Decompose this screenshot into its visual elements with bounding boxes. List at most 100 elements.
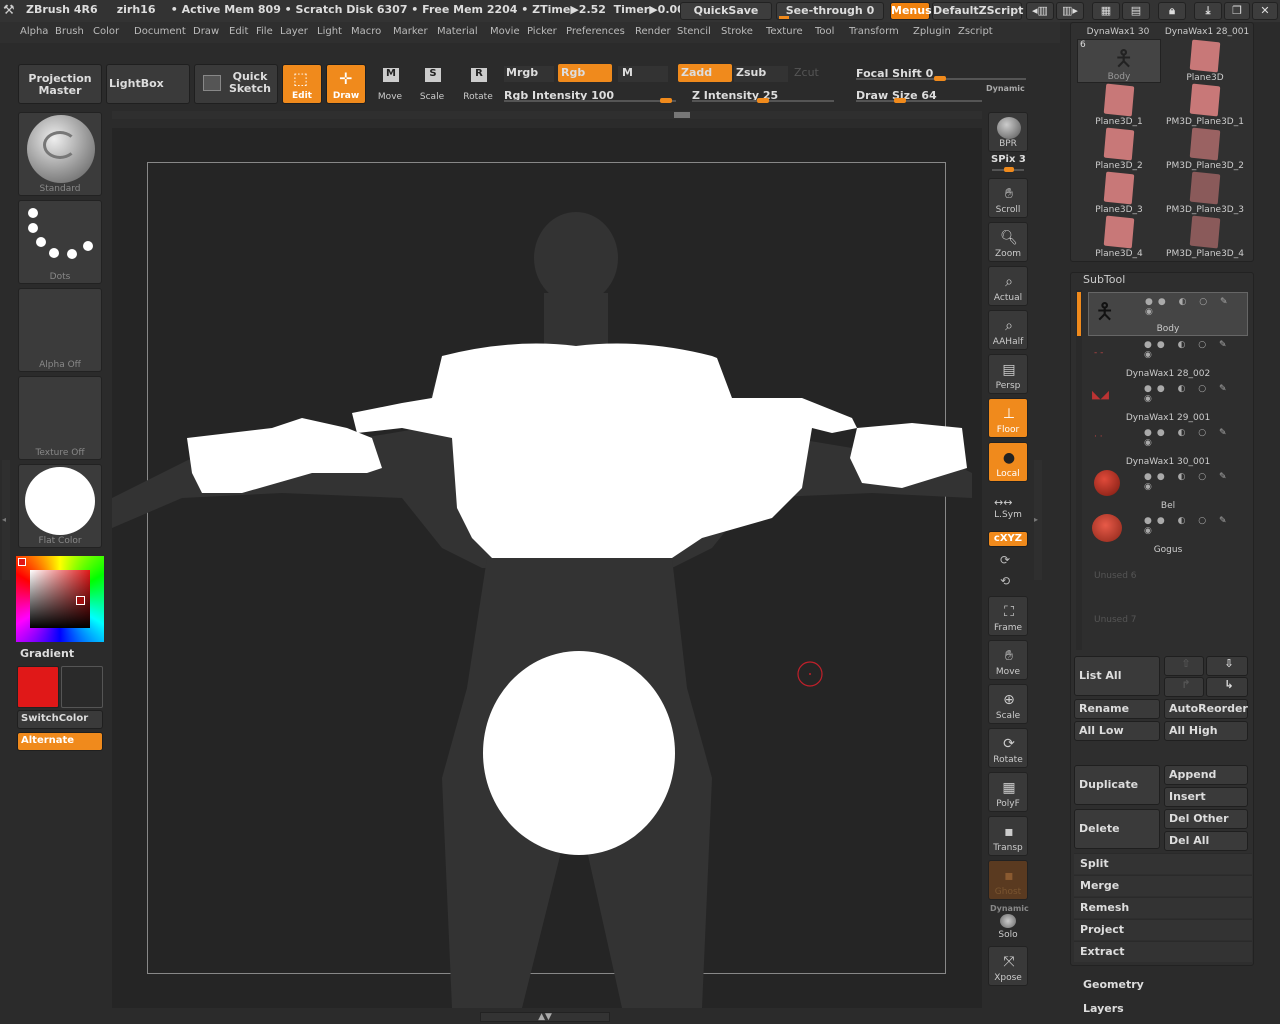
menu-alpha[interactable]: Alpha — [20, 26, 48, 37]
split-section[interactable]: Split — [1074, 853, 1252, 874]
subtool-title[interactable]: SubTool — [1083, 273, 1125, 286]
scale-view-button[interactable]: ⊕ Scale — [988, 684, 1028, 724]
menu-layer[interactable]: Layer — [280, 26, 308, 37]
tool-item-pm3d-plane3d-4[interactable]: PM3D_Plane3D_4 — [1163, 215, 1247, 259]
see-through-slider[interactable]: See-through 0 — [776, 2, 884, 20]
subtool-item-dynawax-29-001[interactable]: ◣◢ ●● ◐ ○ ✎ ◉ DynaWax1 29_001 — [1088, 380, 1248, 424]
edit-button[interactable]: ⬚ Edit — [282, 64, 322, 104]
merge-section[interactable]: Merge — [1074, 875, 1252, 896]
move-button[interactable]: M Move — [370, 64, 410, 104]
append-button[interactable]: Append — [1164, 765, 1248, 785]
solo-button[interactable]: Solo — [988, 912, 1028, 942]
menu-zplugin[interactable]: Zplugin — [913, 26, 951, 37]
move-down-button[interactable]: ⇩ — [1206, 656, 1248, 676]
delete-button[interactable]: Delete — [1074, 809, 1160, 849]
actual-button[interactable]: ⌕ Actual — [988, 266, 1028, 306]
scroll-button[interactable]: ✋︎ Scroll — [988, 178, 1028, 218]
menu-document[interactable]: Document — [134, 26, 186, 37]
tool-item-body[interactable]: 6 🯅 Body — [1077, 39, 1161, 83]
right-tray-handle[interactable]: ▸ — [1034, 460, 1042, 580]
list-all-button[interactable]: List All — [1074, 656, 1160, 696]
scroll-thumb[interactable] — [674, 112, 690, 118]
menu-stencil[interactable]: Stencil — [677, 26, 711, 37]
z-intensity-slider[interactable]: Z Intensity 25 — [692, 84, 834, 104]
menus-toggle[interactable]: Menus — [890, 2, 932, 20]
move-view-button[interactable]: ✋︎ Move — [988, 640, 1028, 680]
zadd-toggle[interactable]: Zadd — [678, 64, 732, 82]
menu-picker[interactable]: Picker — [527, 26, 557, 37]
subtool-toggles[interactable]: ●● ◐ ○ ✎ ◉ — [1144, 340, 1248, 360]
tool-item-plane3d[interactable]: Plane3D — [1163, 39, 1247, 83]
duplicate-button[interactable]: Duplicate — [1074, 765, 1160, 805]
menu-macro[interactable]: Macro — [351, 26, 381, 37]
restore-icon[interactable]: ❐ — [1224, 2, 1250, 20]
menu-zscript[interactable]: Zscript — [958, 26, 993, 37]
dynamic-toggle[interactable]: Dynamic — [986, 84, 1025, 93]
quicksave-button[interactable]: QuickSave — [680, 2, 772, 20]
palette-icon[interactable]: ▦ — [1092, 2, 1120, 20]
brush-slot[interactable]: Standard — [18, 112, 102, 196]
close-icon[interactable]: ✕ — [1252, 2, 1278, 20]
palette-icon-2[interactable]: ▤ — [1122, 2, 1150, 20]
autoreorder-button[interactable]: AutoReorder — [1164, 699, 1248, 719]
menu-draw[interactable]: Draw — [193, 26, 219, 37]
zcut-toggle[interactable]: Zcut — [794, 66, 834, 82]
subtool-scrollbar[interactable] — [1076, 290, 1082, 650]
subtool-toggles[interactable]: ●● ◐ ○ ✎ ◉ — [1145, 297, 1249, 317]
polyf-button[interactable]: ▦ PolyF — [988, 772, 1028, 812]
mrgb-toggle[interactable]: Mrgb — [504, 66, 554, 82]
rgb-intensity-slider[interactable]: Rgb Intensity 100 — [504, 84, 676, 104]
project-section[interactable]: Project — [1074, 919, 1252, 940]
zoom-button[interactable]: 🔍︎ Zoom — [988, 222, 1028, 262]
subtool-item-bel[interactable]: ●● ◐ ○ ✎ ◉ Bel — [1088, 468, 1248, 512]
tool-item-plane3d-4[interactable]: Plane3D_4 — [1077, 215, 1161, 259]
move-up-button[interactable]: ⇧ — [1164, 656, 1204, 676]
minimize-icon[interactable]: ⤓ — [1194, 2, 1222, 20]
ghost-button[interactable]: ▪ Ghost — [988, 860, 1028, 900]
color-picker[interactable] — [16, 556, 104, 642]
bpr-button[interactable]: BPR — [988, 112, 1028, 152]
xyz-toggle[interactable]: ᴄXYZ — [988, 531, 1028, 547]
scale-button[interactable]: S Scale — [412, 64, 452, 104]
draw-button[interactable]: ✛ Draw — [326, 64, 366, 104]
lsym-button[interactable]: ↔↔ L.Sym — [988, 494, 1028, 524]
subtool-toggles[interactable]: ●● ◐ ○ ✎ ◉ — [1144, 384, 1248, 404]
subtool-item-body[interactable]: 🯅 ●● ◐ ○ ✎ ◉ Body — [1088, 292, 1248, 336]
menu-material[interactable]: Material — [437, 26, 478, 37]
frame-button[interactable]: ⛶ Frame — [988, 596, 1028, 636]
all-high-button[interactable]: All High — [1164, 721, 1248, 741]
subtool-item-dynawax-28-002[interactable]: ‐ ‐ ●● ◐ ○ ✎ ◉ DynaWax1 28_002 — [1088, 336, 1248, 380]
xpose-button[interactable]: ⤧ Xpose — [988, 946, 1028, 986]
quick-sketch-button[interactable]: Quick Sketch — [194, 64, 278, 104]
lock-icon[interactable]: 🔒︎ — [1158, 2, 1186, 20]
menu-preferences[interactable]: Preferences — [566, 26, 625, 37]
stroke-slot[interactable]: Dots — [18, 200, 102, 284]
local-button[interactable]: ● Local — [988, 442, 1028, 482]
geometry-section[interactable]: Geometry — [1083, 978, 1144, 991]
material-slot[interactable]: Flat Color — [18, 464, 102, 548]
alternate-button[interactable]: Alternate — [17, 732, 103, 751]
menu-stroke[interactable]: Stroke — [721, 26, 753, 37]
menu-edit[interactable]: Edit — [229, 26, 248, 37]
all-low-button[interactable]: All Low — [1074, 721, 1160, 741]
horizontal-scroll-strip[interactable] — [112, 111, 982, 119]
m-toggle[interactable]: M — [618, 66, 668, 82]
remesh-section[interactable]: Remesh — [1074, 897, 1252, 918]
rotate-y-icon[interactable]: ⟳ — [1000, 553, 1010, 567]
menu-render[interactable]: Render — [635, 26, 671, 37]
menu-transform[interactable]: Transform — [849, 26, 899, 37]
secondary-color-swatch[interactable] — [61, 666, 103, 708]
extract-section[interactable]: Extract — [1074, 941, 1252, 962]
subtool-toggles[interactable]: ●● ◐ ○ ✎ ◉ — [1144, 516, 1248, 536]
floor-button[interactable]: ⊥ Floor — [988, 398, 1028, 438]
tool-item-pm3d-plane3d-2[interactable]: PM3D_Plane3D_2 — [1163, 127, 1247, 171]
menu-tool[interactable]: Tool — [815, 26, 834, 37]
main-color-swatch[interactable] — [17, 666, 59, 708]
draw-size-slider[interactable]: Draw Size 64 — [856, 84, 982, 104]
arrow-right-up-icon[interactable]: ↱ — [1164, 677, 1204, 697]
menu-movie[interactable]: Movie — [490, 26, 520, 37]
layout-next-icon[interactable]: ▥▸ — [1056, 2, 1084, 20]
menu-color[interactable]: Color — [93, 26, 119, 37]
menu-file[interactable]: File — [256, 26, 273, 37]
rgb-toggle[interactable]: Rgb — [558, 64, 612, 82]
